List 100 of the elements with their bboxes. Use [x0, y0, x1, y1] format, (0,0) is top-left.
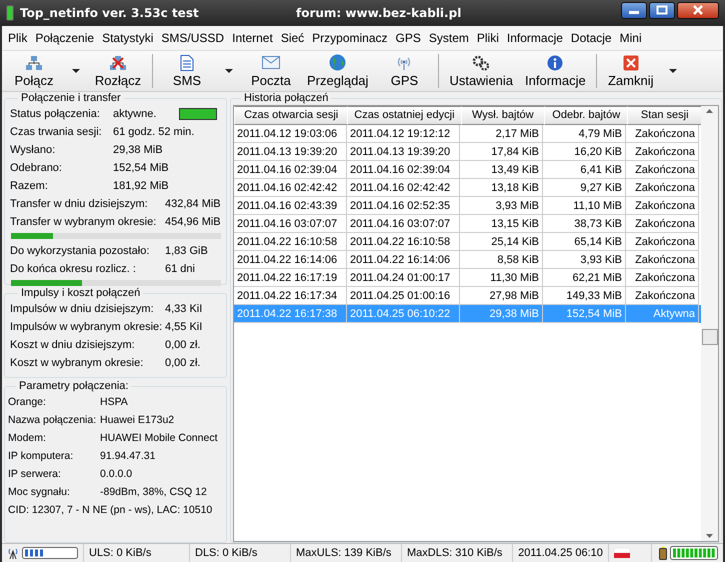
table-cell: 9,27 KiB	[543, 179, 626, 197]
field-value: 0,00 zł.	[165, 339, 200, 351]
toolbar-button[interactable]: Zamknij	[600, 52, 661, 90]
close-button[interactable]	[677, 2, 719, 18]
battery-icon	[659, 546, 667, 560]
scroll-up-icon[interactable]	[706, 109, 713, 113]
table-cell: 2011.04.16 02:52:35	[347, 197, 460, 215]
table-cell: 16,20 KiB	[543, 143, 626, 161]
table-cell: 2011.04.24 01:00:17	[347, 269, 460, 287]
menu-item[interactable]: Pliki	[476, 31, 499, 45]
table-row[interactable]: 2011.04.13 19:39:20 2011.04.13 19:39:20 17,84 KiB 16,20 KiB Zakończona	[234, 143, 701, 161]
scrollbar[interactable]	[701, 106, 718, 541]
caret-icon[interactable]	[225, 69, 233, 73]
network-icon	[26, 54, 42, 70]
menu-item[interactable]: System	[428, 31, 469, 45]
toolbar-button[interactable]: Poczta	[241, 52, 301, 90]
table-cell: Zakończona	[626, 125, 699, 143]
battery-meter-icon	[670, 546, 718, 560]
column-header[interactable]: Odebr. bajtów	[544, 106, 628, 125]
column-header[interactable]: Stan sesji	[627, 106, 702, 125]
table-cell: 2011.04.22 16:14:06	[234, 251, 347, 269]
window-subtitle: forum: www.bez-kabli.pl	[296, 6, 462, 20]
cell-info: CID: 12307, 7 - N NE (pn - ws), LAC: 10510	[8, 504, 212, 516]
table-cell: 11,30 MiB	[460, 269, 543, 287]
menu-item[interactable]: GPS	[396, 31, 421, 45]
caret-icon[interactable]	[668, 69, 677, 73]
menu-item[interactable]: Statystyki	[102, 31, 154, 45]
table-row[interactable]: 2011.04.22 16:14:06 2011.04.22 16:14:06 8,58 KiB 3,93 KiB Zakończona	[234, 251, 701, 269]
toolbar-button[interactable]: Połącz	[4, 52, 64, 90]
table-cell: Zakończona	[626, 161, 699, 179]
field-value: aktywne.	[113, 108, 156, 120]
signal-meter-icon	[22, 547, 78, 559]
disconnect-icon	[110, 54, 126, 70]
battery-icon	[6, 5, 14, 21]
envelope-icon	[262, 56, 280, 69]
scroll-down-icon[interactable]	[706, 534, 713, 538]
status-text: MaxULS: 139 KiB/s	[291, 544, 402, 562]
table-cell: 65,14 KiB	[543, 233, 626, 251]
table-cell: 62,21 MiB	[543, 269, 626, 287]
menu-item[interactable]: Mini	[620, 31, 642, 45]
field-value: 432,84 MiB	[165, 198, 221, 210]
globe-icon	[329, 54, 346, 71]
toolbar-button[interactable]: Rozłącz	[88, 52, 148, 90]
maximize-button[interactable]	[649, 2, 675, 18]
table-cell: 13,49 KiB	[460, 161, 543, 179]
field-label: IP serwera:	[8, 468, 62, 480]
menu-item[interactable]: Informacje	[506, 31, 563, 45]
table-cell: 2,17 MiB	[460, 125, 543, 143]
toolbar-button[interactable]: GPS	[374, 52, 434, 90]
column-header[interactable]: Wysł. bajtów	[460, 106, 545, 125]
field-label: Do wykorzystania pozostało:	[10, 245, 150, 257]
table-cell: 2011.04.16 02:43:39	[234, 197, 347, 215]
status-text: ULS: 0 KiB/s	[84, 544, 190, 562]
menu-item[interactable]: Dotacje	[570, 31, 612, 45]
field-label: Nazwa połączenia:	[8, 414, 98, 426]
field-label: Wysłano:	[10, 144, 56, 156]
table-row[interactable]: 2011.04.16 02:39:04 2011.04.16 02:39:04 13,49 KiB 6,41 KiB Zakończona	[234, 161, 701, 179]
table-cell: 2011.04.16 02:42:42	[347, 179, 460, 197]
table-row[interactable]: 2011.04.22 16:17:19 2011.04.24 01:00:17 11,30 MiB 62,21 MiB Zakończona	[234, 269, 701, 287]
caret-icon[interactable]	[72, 69, 80, 73]
table-cell: 3,93 MiB	[460, 197, 543, 215]
scrollbar-thumb[interactable]	[702, 329, 718, 345]
toolbar-button[interactable]: Ustawienia	[443, 52, 520, 90]
table-row[interactable]: 2011.04.12 19:03:06 2011.04.12 19:12:12 2,17 MiB 4,79 MiB Zakończona	[234, 125, 701, 143]
table-cell: 2011.04.12 19:12:12	[347, 125, 460, 143]
column-header[interactable]: Czas otwarcia sesji	[234, 106, 348, 125]
toolbar-button[interactable]: Przeglądaj	[301, 52, 374, 90]
table-cell: 2011.04.22 16:17:19	[234, 269, 347, 287]
table-cell: 11,10 MiB	[543, 197, 626, 215]
table-cell: 29,38 MiB	[460, 305, 543, 323]
field-value: 181,92 MiB	[113, 180, 169, 192]
table-cell: Zakończona	[626, 269, 699, 287]
field-value: 29,38 MiB	[113, 144, 163, 156]
field-value: 4,33 KiI	[165, 303, 202, 315]
status-text: MaxDLS: 310 KiB/s	[402, 544, 513, 562]
table-row[interactable]: 2011.04.16 03:07:07 2011.04.16 03:07:07 13,15 KiB 38,73 KiB Zakończona	[234, 215, 701, 233]
field-label: Koszt w dniu dzisiejszym:	[10, 339, 136, 351]
field-label: Orange:	[8, 396, 47, 408]
field-value: -89dBm, 38%, CSQ 12	[100, 486, 207, 498]
menu-item[interactable]: Połączenie	[35, 31, 94, 45]
table-row[interactable]: 2011.04.16 02:42:42 2011.04.16 02:42:42 13,18 KiB 9,27 KiB Zakończona	[234, 179, 701, 197]
table-row[interactable]: 2011.04.16 02:43:39 2011.04.16 02:52:35 3,93 MiB 11,10 MiB Zakończona	[234, 197, 701, 215]
table-cell: 2011.04.13 19:39:20	[234, 143, 347, 161]
menu-item[interactable]: Przypominacz	[312, 31, 388, 45]
menu-item[interactable]: SMS/USSD	[161, 31, 224, 45]
toolbar-button[interactable]: Informacje	[519, 52, 592, 90]
menu-item[interactable]: Plik	[8, 31, 28, 45]
table-row[interactable]: 2011.04.22 16:10:58 2011.04.22 16:10:58 25,14 KiB 65,14 KiB Zakończona	[234, 233, 701, 251]
column-header[interactable]: Czas ostatniej edycji	[347, 106, 462, 125]
menu-item[interactable]: Sieć	[280, 31, 304, 45]
group-title: Impulsy i koszt połączeń	[20, 287, 142, 299]
table-cell: 2011.04.22 16:14:06	[347, 251, 460, 269]
field-value: 0,00 zł.	[165, 357, 200, 369]
field-label: Do końca okresu rozlicz. :	[10, 263, 137, 275]
window-title: Top_netinfo ver. 3.53c test	[20, 6, 200, 20]
status-text: DLS: 0 KiB/s	[190, 544, 291, 562]
minimize-button[interactable]	[621, 2, 647, 18]
field-label: Odebrano:	[10, 162, 63, 174]
toolbar-button[interactable]: SMS	[157, 52, 217, 90]
menu-item[interactable]: Internet	[232, 31, 273, 45]
